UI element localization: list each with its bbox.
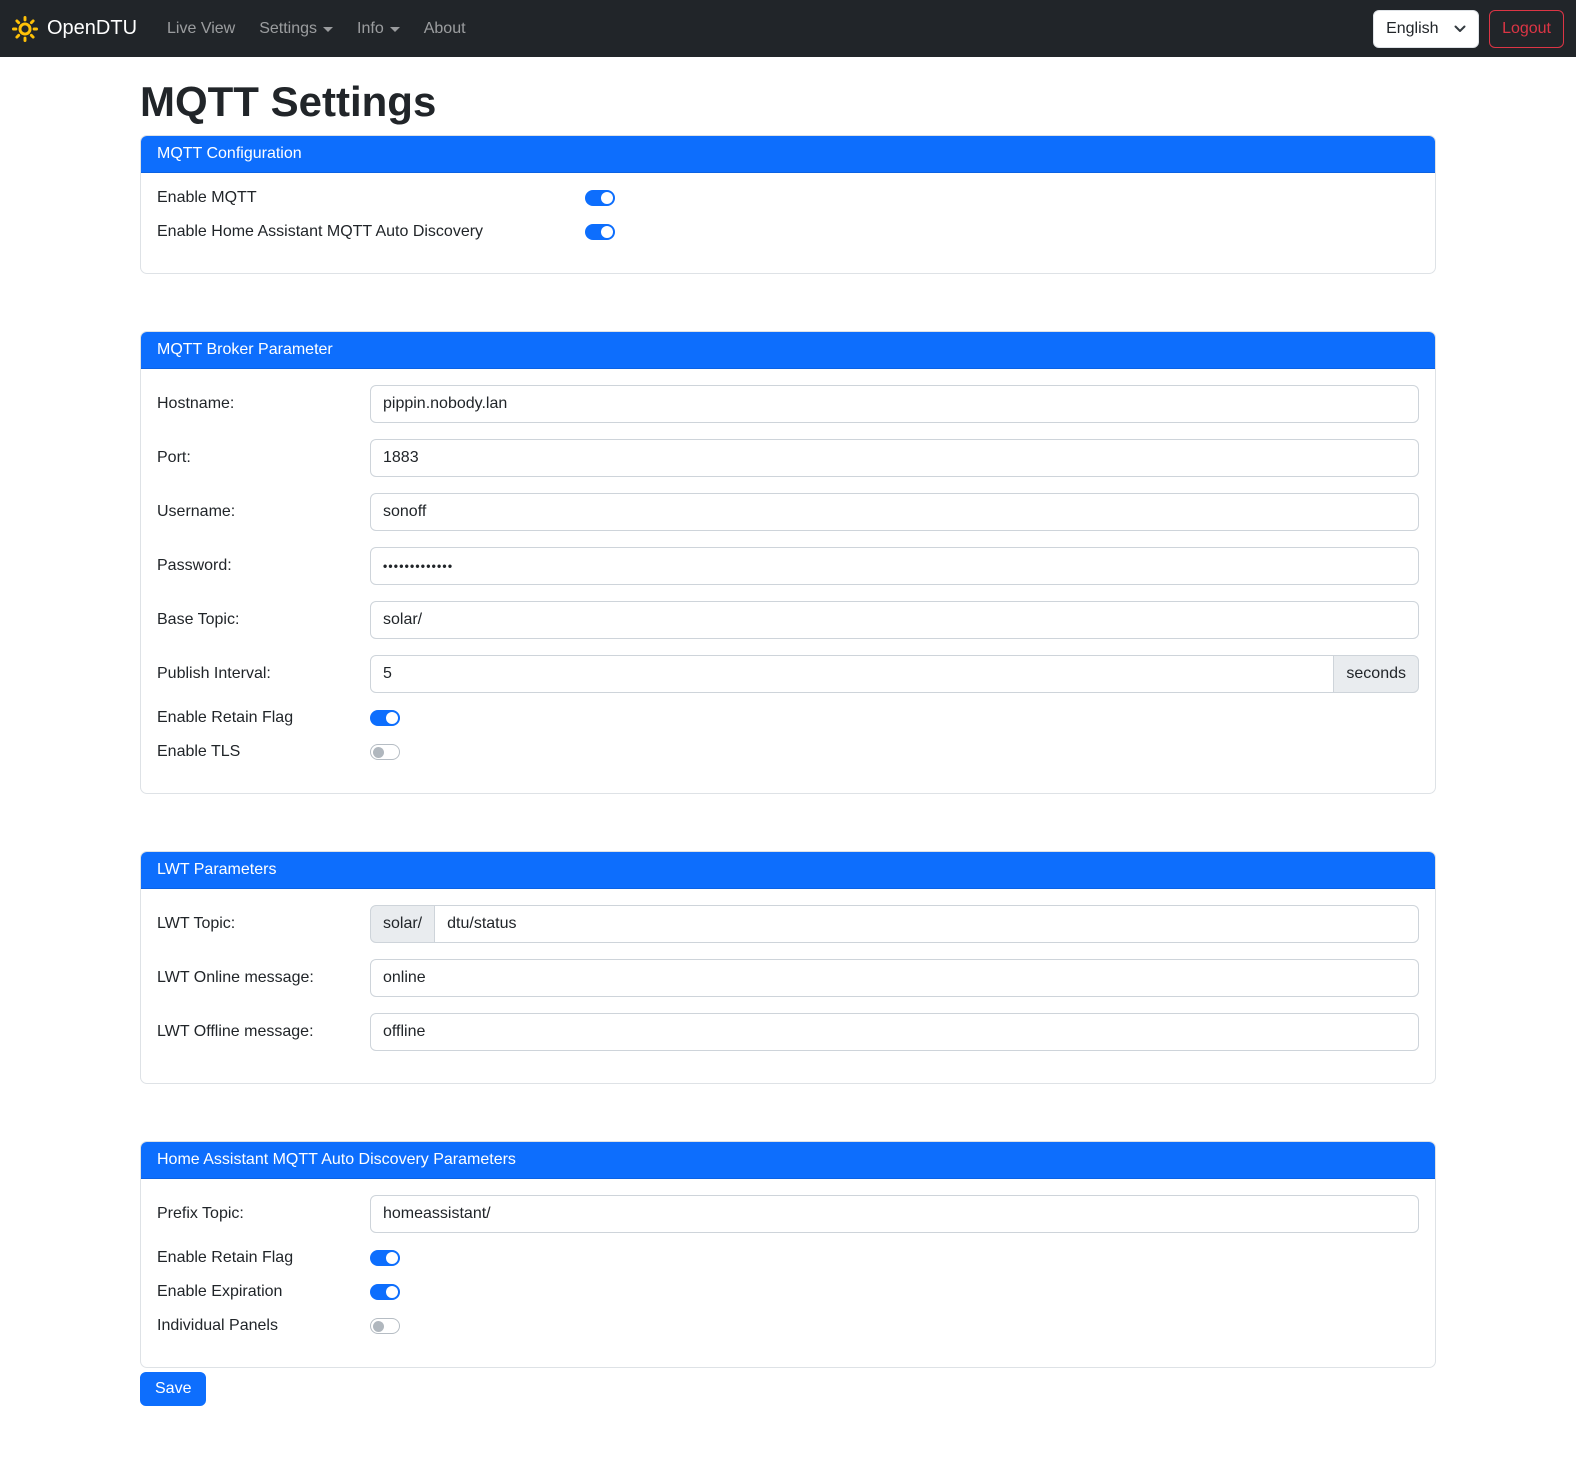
card-header-ha-discovery-parameters: Home Assistant MQTT Auto Discovery Param… — [141, 1142, 1435, 1179]
language-selected-value: English — [1386, 20, 1438, 38]
row-lwt-offline: LWT Offline message: — [157, 1013, 1419, 1051]
nav-item-settings[interactable]: Settings — [251, 12, 341, 46]
base-topic-label: Base Topic: — [157, 611, 370, 629]
chevron-down-icon — [390, 27, 400, 32]
card-mqtt-broker-parameter: MQTT Broker Parameter Hostname: Port: Us… — [140, 331, 1436, 794]
username-label: Username: — [157, 503, 370, 521]
row-enable-tls: Enable TLS — [157, 743, 1419, 761]
port-input[interactable] — [370, 439, 1419, 477]
row-lwt-online: LWT Online message: — [157, 959, 1419, 997]
row-hostname: Hostname: — [157, 385, 1419, 423]
row-port: Port: — [157, 439, 1419, 477]
nav-item-about[interactable]: About — [416, 12, 474, 46]
enable-ha-discovery-label: Enable Home Assistant MQTT Auto Discover… — [157, 223, 585, 241]
hostname-label: Hostname: — [157, 395, 370, 413]
lwt-topic-prefix: solar/ — [370, 905, 435, 943]
lwt-offline-input[interactable] — [370, 1013, 1419, 1051]
row-publish-interval: Publish Interval: seconds — [157, 655, 1419, 693]
navbar-left: OpenDTU Live View Settings Info About — [12, 12, 478, 46]
enable-ha-discovery-toggle[interactable] — [585, 224, 615, 240]
main-content: MQTT Settings MQTT Configuration Enable … — [128, 78, 1448, 1428]
row-enable-retain: Enable Retain Flag — [157, 709, 1419, 727]
lwt-offline-label: LWT Offline message: — [157, 1023, 370, 1041]
publish-interval-unit: seconds — [1333, 655, 1419, 693]
nav-item-info[interactable]: Info — [349, 12, 408, 46]
brand-label: OpenDTU — [47, 17, 137, 40]
publish-interval-input[interactable] — [370, 655, 1334, 693]
language-select[interactable]: English — [1373, 10, 1479, 48]
page-title: MQTT Settings — [140, 78, 1436, 126]
ha-enable-expiration-toggle[interactable] — [370, 1284, 400, 1300]
prefix-topic-input[interactable] — [370, 1195, 1419, 1233]
password-input[interactable] — [370, 547, 1419, 585]
row-prefix-topic: Prefix Topic: — [157, 1195, 1419, 1233]
row-base-topic: Base Topic: — [157, 601, 1419, 639]
row-enable-mqtt: Enable MQTT — [157, 189, 1419, 207]
nav-item-live-view[interactable]: Live View — [159, 12, 243, 46]
ha-individual-panels-label: Individual Panels — [157, 1317, 370, 1335]
hostname-input[interactable] — [370, 385, 1419, 423]
logout-button[interactable]: Logout — [1489, 10, 1564, 48]
row-ha-individual-panels: Individual Panels — [157, 1317, 1419, 1335]
enable-mqtt-toggle[interactable] — [585, 190, 615, 206]
row-enable-ha-discovery: Enable Home Assistant MQTT Auto Discover… — [157, 223, 1419, 241]
row-lwt-topic: LWT Topic: solar/ — [157, 905, 1419, 943]
ha-enable-expiration-label: Enable Expiration — [157, 1283, 370, 1301]
card-mqtt-configuration: MQTT Configuration Enable MQTT Enable Ho… — [140, 135, 1436, 274]
prefix-topic-label: Prefix Topic: — [157, 1205, 370, 1223]
lwt-topic-input[interactable] — [434, 905, 1419, 943]
navbar: OpenDTU Live View Settings Info About En… — [0, 0, 1576, 57]
lwt-online-label: LWT Online message: — [157, 969, 370, 987]
ha-enable-retain-label: Enable Retain Flag — [157, 1249, 370, 1267]
enable-retain-label: Enable Retain Flag — [157, 709, 370, 727]
enable-retain-toggle[interactable] — [370, 710, 400, 726]
card-header-lwt-parameters: LWT Parameters — [141, 852, 1435, 889]
enable-tls-label: Enable TLS — [157, 743, 370, 761]
row-ha-enable-expiration: Enable Expiration — [157, 1283, 1419, 1301]
lwt-topic-label: LWT Topic: — [157, 915, 370, 933]
port-label: Port: — [157, 449, 370, 467]
card-header-mqtt-configuration: MQTT Configuration — [141, 136, 1435, 173]
brand-link[interactable]: OpenDTU — [12, 16, 137, 42]
card-header-mqtt-broker-parameter: MQTT Broker Parameter — [141, 332, 1435, 369]
username-input[interactable] — [370, 493, 1419, 531]
enable-mqtt-label: Enable MQTT — [157, 189, 585, 207]
password-label: Password: — [157, 557, 370, 575]
save-button[interactable]: Save — [140, 1372, 206, 1406]
nav-links: Live View Settings Info About — [155, 12, 478, 46]
row-ha-enable-retain: Enable Retain Flag — [157, 1249, 1419, 1267]
chevron-down-icon — [323, 27, 333, 32]
chevron-down-icon — [1454, 25, 1466, 33]
card-ha-discovery-parameters: Home Assistant MQTT Auto Discovery Param… — [140, 1141, 1436, 1368]
base-topic-input[interactable] — [370, 601, 1419, 639]
ha-individual-panels-toggle[interactable] — [370, 1318, 400, 1334]
card-lwt-parameters: LWT Parameters LWT Topic: solar/ LWT Onl… — [140, 851, 1436, 1084]
row-password: Password: — [157, 547, 1419, 585]
ha-enable-retain-toggle[interactable] — [370, 1250, 400, 1266]
lwt-online-input[interactable] — [370, 959, 1419, 997]
enable-tls-toggle[interactable] — [370, 744, 400, 760]
publish-interval-label: Publish Interval: — [157, 665, 370, 683]
navbar-right: English Logout — [1373, 10, 1564, 48]
row-username: Username: — [157, 493, 1419, 531]
sun-icon — [12, 16, 38, 42]
